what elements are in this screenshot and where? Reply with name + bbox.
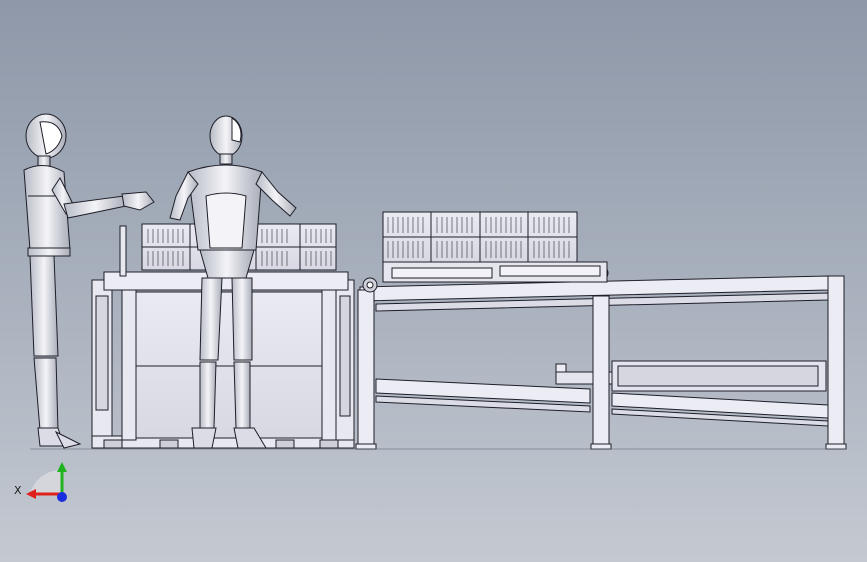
x-axis-label: X [14,484,22,497]
axis-triad [26,462,67,502]
cad-viewport[interactable]: X [0,0,867,562]
conveyor-line [355,211,847,450]
y-axis-arrowhead [57,462,67,472]
x-axis-arrowhead [26,489,36,499]
cad-model-scene [23,113,847,502]
z-axis-dot [57,492,67,502]
